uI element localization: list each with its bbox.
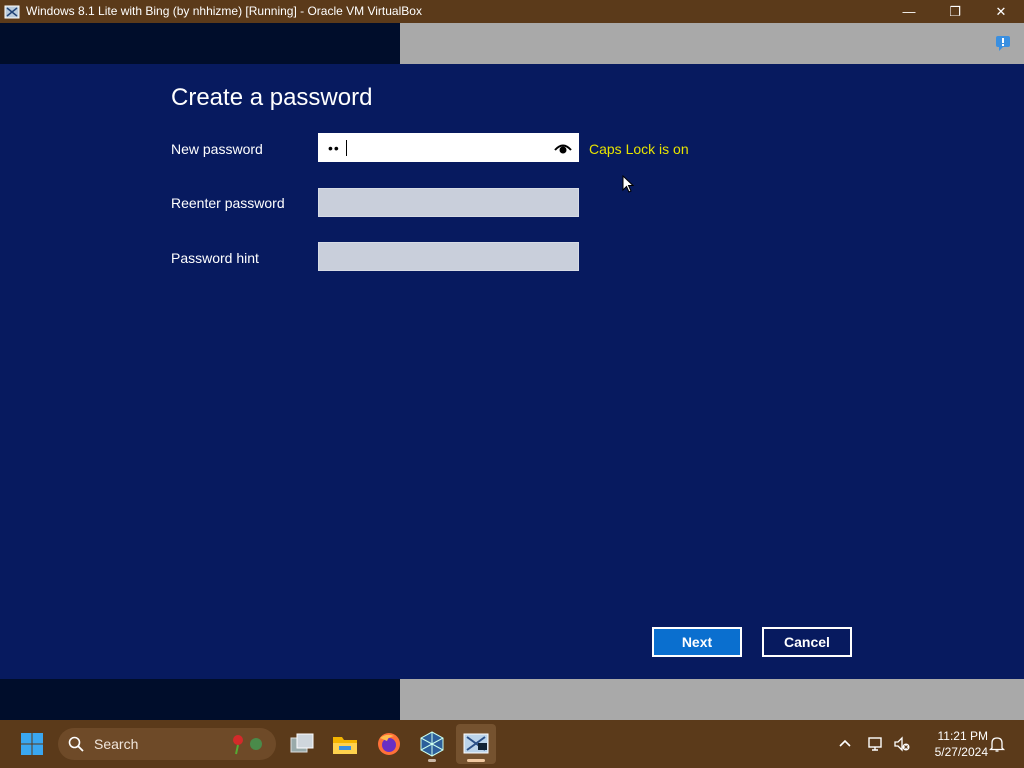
- vm-top-strip: [0, 23, 1024, 64]
- vm-bottom-strip: [0, 679, 1024, 720]
- network-icon[interactable]: [867, 735, 885, 753]
- cancel-button[interactable]: Cancel: [762, 627, 852, 657]
- reenter-password-input[interactable]: [318, 188, 579, 217]
- minimize-button[interactable]: —: [886, 0, 932, 23]
- restore-button[interactable]: ❐: [932, 0, 978, 23]
- reenter-password-label: Reenter password: [171, 195, 285, 211]
- password-hint-input[interactable]: [318, 242, 579, 271]
- reveal-password-eye-icon[interactable]: [554, 141, 572, 155]
- search-label: Search: [94, 736, 139, 752]
- taskbar-search-box[interactable]: Search: [58, 728, 276, 760]
- new-password-input[interactable]: ••: [318, 133, 579, 162]
- search-highlight-icon: [233, 735, 262, 755]
- vbox-title-bar: Windows 8.1 Lite with Bing (by nhhizme) …: [0, 0, 1024, 23]
- virtualbox-vm-window-icon[interactable]: [461, 729, 491, 759]
- chevron-up-icon[interactable]: [836, 735, 854, 753]
- clock-date: 5/27/2024: [934, 745, 988, 759]
- system-clock[interactable]: 11:21 PM 5/27/2024: [918, 728, 988, 760]
- file-explorer-icon[interactable]: [330, 729, 360, 759]
- next-button[interactable]: Next: [652, 627, 742, 657]
- task-view-icon[interactable]: [287, 729, 317, 759]
- password-hint-label: Password hint: [171, 250, 259, 266]
- windows-start-icon[interactable]: [20, 732, 44, 756]
- virtualbox-manager-icon[interactable]: [417, 729, 447, 759]
- text-caret: [346, 140, 347, 156]
- new-password-label: New password: [171, 141, 263, 157]
- firefox-icon[interactable]: [374, 729, 404, 759]
- notifications-bell-icon[interactable]: [988, 735, 1006, 753]
- volume-muted-icon[interactable]: [893, 735, 911, 753]
- notification-icon[interactable]: [994, 34, 1012, 52]
- search-icon: [68, 736, 84, 752]
- new-password-value: ••: [328, 140, 340, 156]
- window-title: Windows 8.1 Lite with Bing (by nhhizme) …: [26, 4, 422, 18]
- mouse-pointer-icon: [622, 175, 634, 193]
- close-button[interactable]: ✕: [978, 0, 1024, 23]
- caps-lock-warning: Caps Lock is on: [589, 141, 689, 157]
- clock-time: 11:21 PM: [937, 729, 988, 743]
- page-title: Create a password: [171, 84, 373, 111]
- virtualbox-icon: [4, 5, 20, 18]
